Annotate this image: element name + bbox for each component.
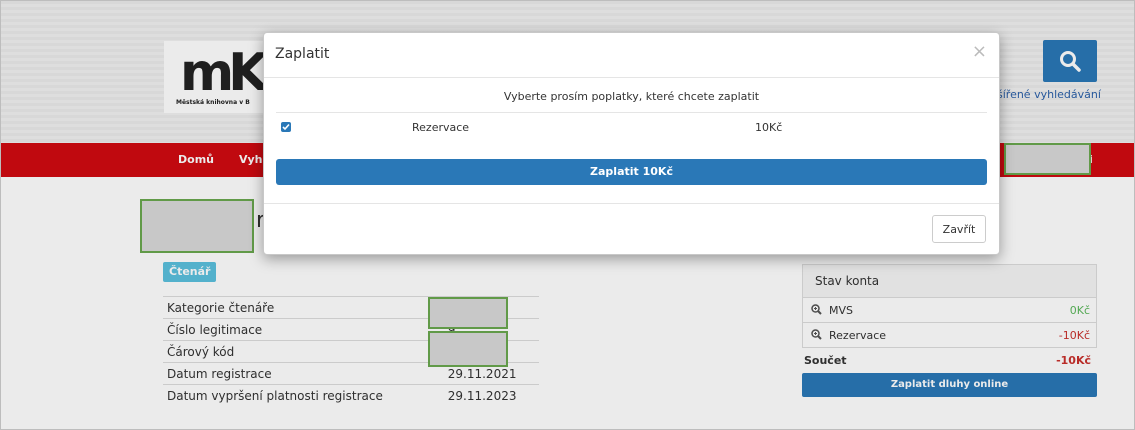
- check-icon: [282, 123, 290, 131]
- modal-title: Zaplatit: [275, 46, 330, 62]
- fee-amount: 10Kč: [755, 121, 783, 134]
- fee-name: Rezervace: [412, 121, 470, 134]
- payment-modal: Zaplatit × Vyberte prosím poplatky, kter…: [263, 32, 1000, 255]
- browser-viewport: mK Městská knihovna v B šířené vyhledává…: [0, 0, 1135, 430]
- modal-table-divider: [276, 112, 987, 113]
- modal-instruction: Vyberte prosím poplatky, které chcete za…: [503, 90, 760, 103]
- modal-header-divider: [264, 77, 999, 78]
- modal-footer-divider: [264, 203, 999, 204]
- close-icon[interactable]: ×: [972, 41, 987, 62]
- fee-checkbox[interactable]: [281, 122, 291, 132]
- modal-close-button[interactable]: Zavřít: [932, 215, 986, 243]
- pay-selected-fees-button[interactable]: Zaplatit 10Kč: [276, 159, 987, 185]
